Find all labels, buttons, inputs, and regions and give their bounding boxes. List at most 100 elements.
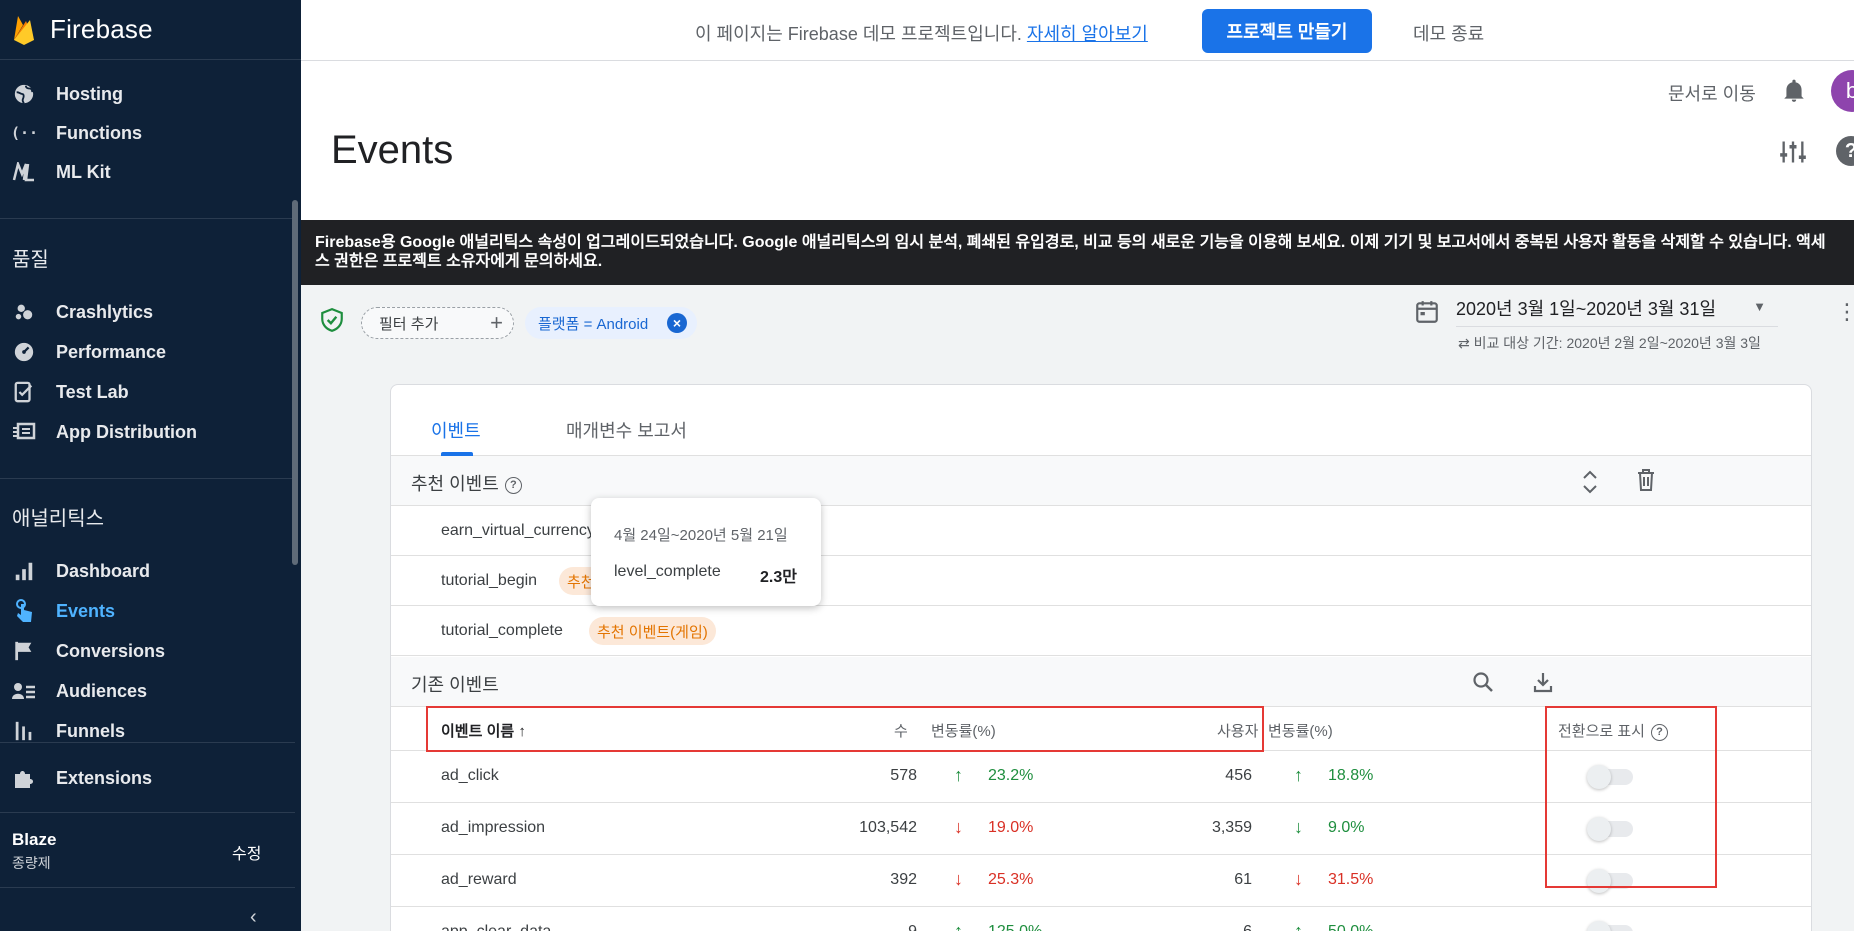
sidebar-item-label: Events bbox=[56, 600, 116, 621]
sidebar-item-hosting[interactable]: Hosting bbox=[0, 76, 295, 112]
tab-events[interactable]: 이벤트 bbox=[431, 417, 481, 443]
event-name: ad_impression bbox=[441, 819, 546, 836]
compare-period[interactable]: ⇄ 비교 대상 기간: 2020년 2월 2일~2020년 3월 3일 bbox=[1458, 333, 1761, 353]
highlight-box-conversion bbox=[1545, 706, 1717, 888]
learn-more-link[interactable]: 자세히 알아보기 bbox=[1027, 24, 1148, 44]
user-count: 456 bbox=[1225, 767, 1252, 784]
tooltip-event: level_complete bbox=[614, 563, 721, 580]
shield-check-icon bbox=[321, 308, 343, 332]
funnel-icon bbox=[11, 718, 37, 744]
sidebar-section-analytics: 애널리틱스 bbox=[12, 508, 104, 530]
event-count: 103,542 bbox=[859, 819, 917, 836]
sidebar-item-label: Dashboard bbox=[56, 560, 151, 581]
sidebar-item-label: Conversions bbox=[56, 640, 166, 661]
recommended-events-title: 추천 이벤트? bbox=[411, 470, 522, 496]
user-count: 6 bbox=[1151, 923, 1252, 931]
chart-tooltip: 4월 24일~2020년 5월 21일 level_complete 2.3만 bbox=[591, 498, 821, 606]
page-header bbox=[301, 61, 1854, 220]
recommended-badge: 추천 이벤트(게임) bbox=[589, 617, 716, 645]
event-count: 392 bbox=[890, 871, 917, 888]
sidebar-item-crashlytics[interactable]: Crashlytics bbox=[0, 294, 295, 330]
sidebar-scrollbar[interactable] bbox=[292, 200, 298, 565]
recommended-event-row[interactable]: tutorial_complete 추천 이벤트(게임) bbox=[391, 606, 1811, 656]
sidebar-item-events[interactable]: Events bbox=[0, 593, 295, 629]
tab-bar: 이벤트 매개변수 보고서 bbox=[391, 385, 1811, 456]
add-filter-chip[interactable]: 필터 추가 + bbox=[361, 307, 514, 339]
billing-plan: Blaze 종량제 bbox=[12, 830, 56, 873]
date-range-select[interactable]: 2020년 3월 1일~2020년 3월 31일 ▼ bbox=[1456, 295, 1778, 327]
sidebar-item-ml-kit[interactable]: ML Kit bbox=[0, 154, 295, 190]
end-demo-button[interactable]: 데모 종료 bbox=[1413, 20, 1484, 46]
more-options-icon[interactable]: ⋮ bbox=[1836, 299, 1854, 325]
arrow-down-icon: ↓ bbox=[1294, 817, 1303, 837]
plan-edit-button[interactable]: 수정 bbox=[232, 840, 261, 864]
sidebar: Hosting (···) Functions ML Kit 품질 Crashl… bbox=[0, 0, 301, 931]
sidebar-divider bbox=[0, 218, 295, 219]
sidebar-item-label: Funnels bbox=[56, 720, 126, 741]
users-change: 31.5% bbox=[1328, 871, 1374, 888]
test-lab-icon bbox=[11, 379, 37, 405]
conversion-toggle[interactable] bbox=[1587, 921, 1633, 931]
main-content: 이 페이지는 Firebase 데모 프로젝트입니다. 자세히 알아보기 프로젝… bbox=[301, 0, 1854, 931]
plan-name: Blaze bbox=[12, 830, 57, 849]
sidebar-item-audiences[interactable]: Audiences bbox=[0, 673, 295, 709]
notifications-bell-icon[interactable] bbox=[1781, 78, 1807, 104]
event-count: 578 bbox=[890, 767, 917, 784]
sidebar-item-test-lab[interactable]: Test Lab bbox=[0, 374, 295, 410]
plan-type: 종량제 bbox=[12, 855, 51, 871]
firebase-brand[interactable]: Firebase bbox=[0, 0, 301, 60]
sidebar-item-app-distribution[interactable]: App Distribution bbox=[0, 414, 295, 450]
functions-icon: (···) bbox=[11, 120, 37, 146]
event-name: tutorial_complete bbox=[441, 622, 563, 639]
event-name: tutorial_begin bbox=[441, 572, 538, 589]
column-users-change[interactable]: 변동률(%) bbox=[1268, 720, 1333, 741]
help-circle-icon[interactable]: ? bbox=[504, 476, 522, 494]
performance-icon bbox=[11, 339, 37, 365]
search-icon[interactable] bbox=[1471, 670, 1495, 694]
calendar-icon[interactable] bbox=[1414, 299, 1440, 325]
users-change: 50.0% bbox=[1328, 923, 1373, 931]
sidebar-item-extensions[interactable]: Extensions bbox=[0, 760, 295, 796]
download-icon[interactable] bbox=[1531, 670, 1555, 694]
chevron-down-icon: ▼ bbox=[1753, 299, 1766, 314]
crashlytics-icon bbox=[11, 299, 37, 325]
sidebar-item-functions[interactable]: (···) Functions bbox=[0, 115, 295, 151]
tune-settings-icon[interactable] bbox=[1779, 138, 1807, 166]
go-to-docs-link[interactable]: 문서로 이동 bbox=[1668, 80, 1756, 106]
demo-project-bar: 이 페이지는 Firebase 데모 프로젝트입니다. 자세히 알아보기 프로젝… bbox=[301, 0, 1854, 61]
collapse-sidebar-icon[interactable]: ‹ bbox=[250, 906, 257, 929]
touch-icon bbox=[11, 598, 37, 624]
delete-icon[interactable] bbox=[1635, 468, 1657, 492]
recommended-events-title-text: 추천 이벤트 bbox=[411, 474, 499, 494]
sidebar-item-label: Performance bbox=[56, 341, 167, 362]
sidebar-item-funnels[interactable]: Funnels bbox=[0, 713, 295, 749]
arrow-down-icon: ↓ bbox=[954, 869, 963, 889]
sidebar-item-label: Test Lab bbox=[56, 381, 129, 402]
table-row[interactable]: app_clear_data 9 ↑ 125.0% 6 ↑ 50.0% bbox=[391, 907, 1811, 931]
sidebar-item-dashboard[interactable]: Dashboard bbox=[0, 553, 295, 589]
plus-icon: + bbox=[490, 310, 503, 335]
page-title: Events bbox=[331, 128, 454, 172]
sidebar-item-label: ML Kit bbox=[56, 161, 111, 182]
sidebar-divider bbox=[0, 742, 295, 743]
add-filter-label: 필터 추가 bbox=[379, 315, 439, 333]
platform-filter-chip[interactable]: 플랫폼 = Android × bbox=[525, 307, 697, 339]
sidebar-item-performance[interactable]: Performance bbox=[0, 334, 295, 370]
demo-message: 이 페이지는 Firebase 데모 프로젝트입니다. 자세히 알아보기 bbox=[695, 20, 1148, 46]
firebase-logo-icon bbox=[14, 15, 34, 45]
remove-filter-icon[interactable]: × bbox=[667, 313, 687, 333]
sidebar-item-conversions[interactable]: Conversions bbox=[0, 633, 295, 669]
arrow-down-icon: ↓ bbox=[1294, 869, 1303, 889]
sidebar-item-label: Extensions bbox=[56, 767, 153, 788]
compare-arrows-icon: ⇄ bbox=[1458, 335, 1474, 351]
compare-period-text: 비교 대상 기간: 2020년 2월 2일~2020년 3월 3일 bbox=[1473, 335, 1761, 351]
expand-collapse-icon[interactable] bbox=[1581, 468, 1599, 496]
create-project-button[interactable]: 프로젝트 만들기 bbox=[1202, 9, 1372, 53]
flag-icon bbox=[11, 638, 37, 664]
demo-message-text: 이 페이지는 Firebase 데모 프로젝트입니다. bbox=[695, 24, 1022, 44]
audiences-icon bbox=[11, 678, 37, 704]
tab-parameter-report[interactable]: 매개변수 보고서 bbox=[566, 417, 687, 443]
ml-kit-icon bbox=[11, 159, 37, 185]
date-range-value: 2020년 3월 1일~2020년 3월 31일 bbox=[1456, 299, 1717, 319]
tooltip-date: 4월 24일~2020년 5월 21일 bbox=[614, 527, 788, 544]
